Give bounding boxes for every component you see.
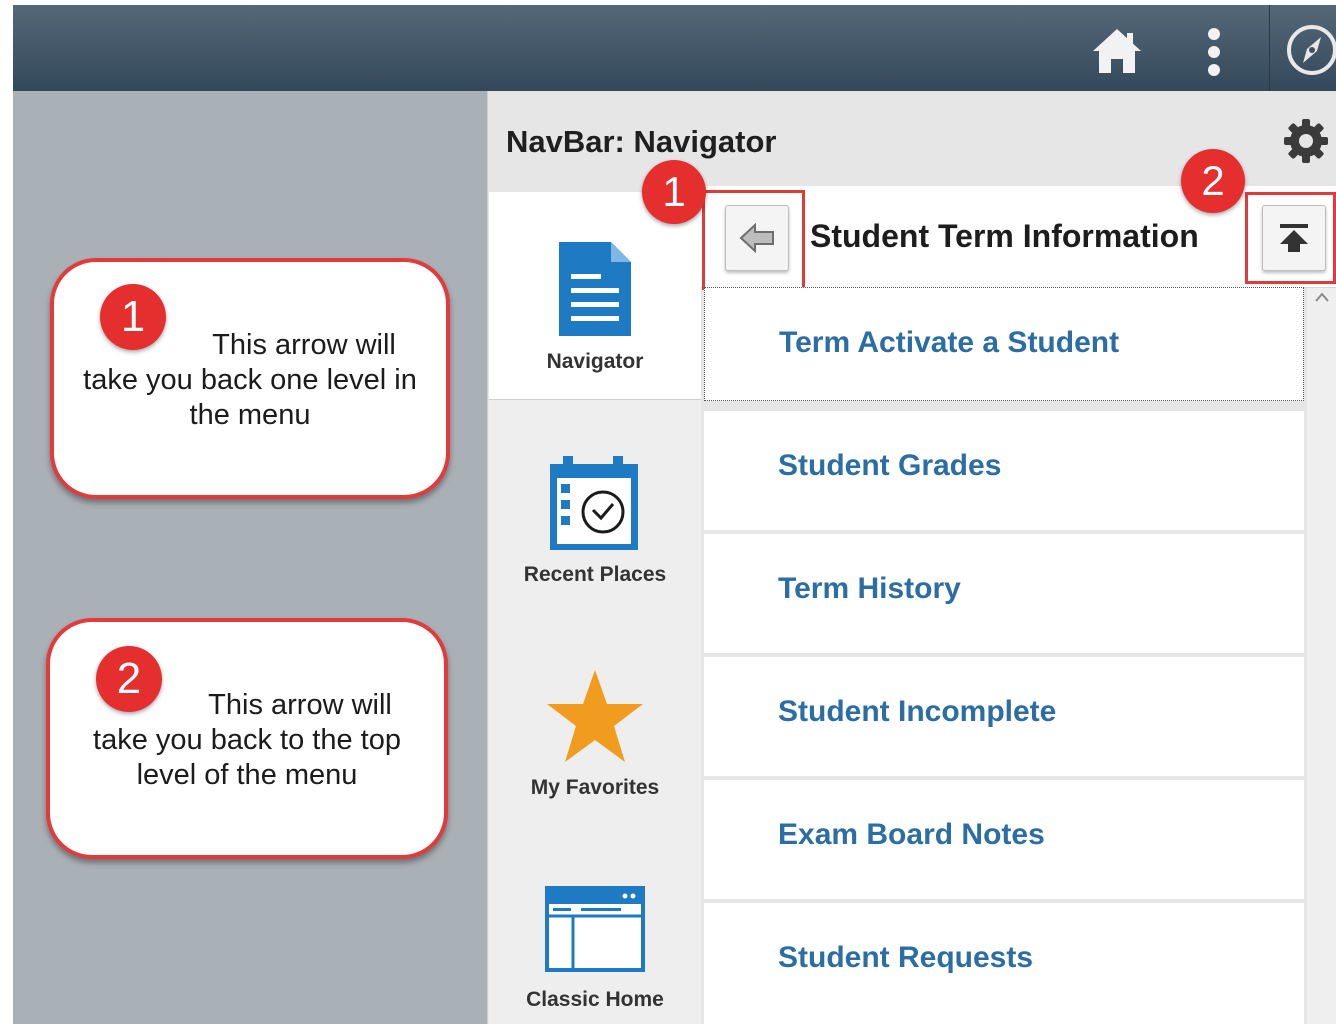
nav-label-navigator: Navigator [546, 350, 644, 373]
callout-badge-1: 1 [100, 284, 166, 350]
calendar-clock-icon [550, 456, 638, 550]
navbar-compass-icon[interactable] [1285, 23, 1336, 77]
menu-item-label: Student Incomplete [778, 695, 1057, 728]
home-icon[interactable] [1091, 27, 1143, 75]
menu-item-student-grades[interactable]: Student Grades [704, 411, 1304, 530]
scroll-up-icon[interactable] [1315, 292, 1329, 302]
breadcrumb-title: Student Term Information [810, 218, 1199, 254]
callout-line: This arrow will [212, 329, 396, 361]
menu-item-label: Term Activate a Student [779, 326, 1120, 359]
menu-item-term-activate[interactable]: Term Activate a Student [704, 287, 1304, 401]
callout-badge-2: 2 [96, 646, 162, 712]
menu-item-label: Student Requests [778, 941, 1034, 974]
menu-item-label: Term History [778, 572, 961, 605]
nav-label-classic-home: Classic Home [526, 988, 664, 1011]
menu-item-student-incomplete[interactable]: Student Incomplete [704, 657, 1304, 776]
callout-line: level of the menu [136, 759, 358, 791]
nav-item-recent-places[interactable]: Recent Places [489, 400, 701, 612]
callout-line: take you back one level in [83, 364, 417, 396]
callout-line: the menu [189, 399, 311, 431]
panel-title: NavBar: Navigator [506, 124, 777, 159]
top-header-bar [13, 5, 1336, 91]
star-icon [547, 670, 643, 762]
step-badge-1: 1 [642, 160, 706, 224]
header-divider [1269, 5, 1270, 91]
highlight-back-button [702, 190, 805, 290]
menu-item-label: Student Grades [778, 449, 1002, 482]
callout-back-one-level: 1 This arrow will take you back one leve… [50, 258, 450, 499]
nav-item-classic-home[interactable]: Classic Home [489, 822, 701, 1024]
document-icon [559, 242, 631, 336]
menu-item-term-history[interactable]: Term History [704, 534, 1304, 653]
nav-label-recent-places: Recent Places [523, 563, 667, 586]
menu-item-exam-board-notes[interactable]: Exam Board Notes [704, 780, 1304, 899]
scrollbar[interactable] [1307, 288, 1336, 1024]
menu-item-student-requests[interactable]: Student Requests [704, 903, 1304, 1024]
more-vertical-icon[interactable] [1203, 27, 1225, 77]
gear-icon[interactable] [1283, 118, 1329, 164]
highlight-top-button [1245, 192, 1336, 284]
nav-item-my-favorites[interactable]: My Favorites [489, 612, 701, 822]
nav-label-my-favorites: My Favorites [530, 776, 660, 799]
menu-item-label: Exam Board Notes [778, 818, 1045, 851]
window-icon [545, 886, 645, 972]
callout-back-to-top: 2 This arrow will take you back to the t… [46, 618, 448, 859]
step-badge-2: 2 [1181, 149, 1245, 213]
page-background [13, 91, 488, 1024]
callout-line: This arrow will [208, 689, 392, 721]
callout-line: take you back to the top [93, 724, 401, 756]
